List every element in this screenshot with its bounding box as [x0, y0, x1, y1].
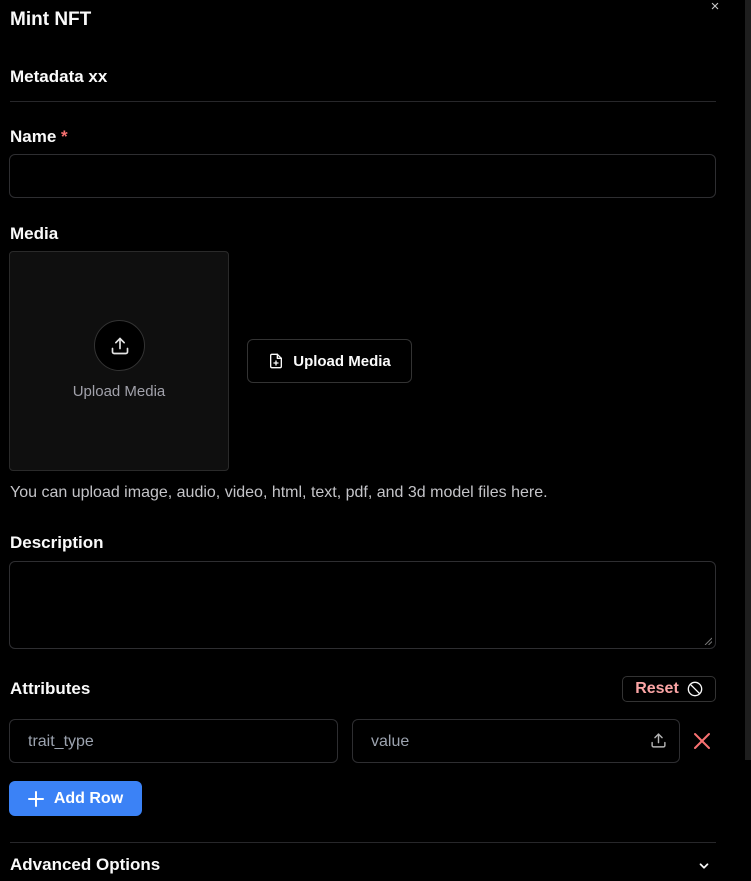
attribute-value-placeholder: value	[371, 733, 410, 750]
dialog-title: Mint NFT	[10, 9, 92, 30]
upload-media-button-label: Upload Media	[293, 352, 391, 370]
advanced-options-toggle[interactable]: Advanced Options	[10, 855, 160, 875]
trait-type-placeholder: trait_type	[28, 733, 94, 750]
name-label: Name *	[10, 127, 68, 147]
attributes-label: Attributes	[10, 679, 91, 698]
scrollbar[interactable]	[745, 0, 751, 760]
add-row-button[interactable]: Add Row	[9, 781, 142, 816]
ban-icon	[687, 681, 703, 697]
upload-media-button[interactable]: Upload Media	[247, 339, 412, 383]
divider	[10, 842, 716, 843]
resize-handle-icon[interactable]	[704, 637, 712, 645]
media-dropzone[interactable]: Upload Media	[9, 251, 229, 471]
required-mark: *	[61, 127, 68, 146]
dropzone-label: Upload Media	[72, 383, 166, 400]
description-textarea[interactable]	[9, 561, 716, 649]
dropzone-upload-circle	[94, 320, 145, 371]
reset-button[interactable]: Reset	[622, 676, 716, 702]
name-label-text: Name	[10, 127, 57, 146]
metadata-section-title: Metadata xx	[10, 67, 108, 86]
trait-type-input[interactable]: trait_type	[9, 719, 338, 763]
media-help-text: You can upload image, audio, video, html…	[10, 484, 548, 501]
chevron-down-icon[interactable]	[697, 859, 711, 873]
reset-button-label: Reset	[635, 680, 679, 697]
upload-icon[interactable]	[650, 732, 667, 749]
description-label: Description	[10, 533, 104, 552]
add-row-label: Add Row	[53, 789, 124, 807]
name-input[interactable]	[9, 154, 716, 198]
divider	[10, 101, 716, 102]
upload-icon	[111, 337, 128, 354]
media-label: Media	[10, 224, 59, 243]
file-plus-icon	[270, 353, 283, 369]
attribute-value-input[interactable]: value	[352, 719, 680, 763]
close-icon[interactable]: ×	[706, 0, 724, 16]
remove-row-icon[interactable]	[692, 731, 712, 751]
plus-icon	[27, 790, 44, 807]
